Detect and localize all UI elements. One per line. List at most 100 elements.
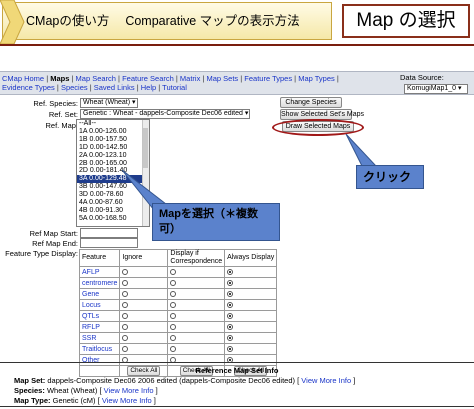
always-display-radio[interactable] <box>227 301 234 308</box>
ref-map-end-input[interactable] <box>80 238 138 248</box>
nav-matrix[interactable]: Matrix <box>180 74 200 83</box>
nav-maps[interactable]: Maps <box>50 74 69 83</box>
ignore-radio[interactable] <box>122 290 129 297</box>
info-heading: Reference Map Set Info <box>195 366 279 375</box>
display-if-correspondence-radio[interactable] <box>170 345 177 352</box>
select-callout-line-2: 可） <box>159 223 181 235</box>
nav-evidence-types[interactable]: Evidence Types <box>2 83 55 92</box>
slide-header: Map の選択 <box>342 4 470 38</box>
nav-help[interactable]: Help <box>141 83 156 92</box>
map-type-value: Genetic (cM) <box>52 396 96 405</box>
feature-name-cell: Traitlocus <box>78 343 121 355</box>
map-list-item[interactable]: 2A 0.00-123.10 <box>77 152 149 160</box>
ref-map-start-label: Ref Map Start: <box>29 229 78 238</box>
ignore-radio[interactable] <box>122 323 129 330</box>
select-callout-line-1: Mapを選択（＊複数 <box>159 208 258 220</box>
display-if-correspondence-radio[interactable] <box>170 301 177 308</box>
map-list-scroll-thumb[interactable] <box>143 128 148 168</box>
nav-saved-links[interactable]: Saved Links <box>94 83 135 92</box>
feature-type-link[interactable]: RFLP <box>82 324 100 331</box>
map-list-item[interactable]: 2B 0.00-165.00 <box>77 160 149 168</box>
map-list-item[interactable]: --All-- <box>77 120 149 128</box>
nav-feature-types[interactable]: Feature Types <box>244 74 292 83</box>
radio-cell <box>167 343 226 355</box>
ref-set-select[interactable]: Genetic : Wheat - dappels-Composite Dec0… <box>80 109 250 119</box>
species-view-more-link[interactable]: View More Info <box>104 386 154 395</box>
always-display-radio[interactable] <box>227 345 234 352</box>
radio-cell <box>119 321 169 333</box>
feature-row: Traitlocus <box>78 343 278 355</box>
feature-type-link[interactable]: centromere <box>82 280 117 287</box>
radio-cell <box>224 321 278 333</box>
click-callout: クリック <box>356 165 424 189</box>
always-display-radio[interactable] <box>227 279 234 286</box>
ignore-radio[interactable] <box>122 279 129 286</box>
ref-species-value: Wheat (Wheat) <box>83 99 131 106</box>
data-source-select[interactable]: KomugiMap1_0 ▾ <box>404 84 468 94</box>
map-list-item[interactable]: 1D 0.00-142.50 <box>77 144 149 152</box>
radio-cell <box>119 354 169 366</box>
feature-header: Feature <box>78 249 121 267</box>
feature-row: QTLs <box>78 310 278 322</box>
radio-cell <box>167 288 226 300</box>
chevron-right-icon <box>0 0 25 45</box>
display-if-correspondence-radio[interactable] <box>170 279 177 286</box>
ignore-radio[interactable] <box>122 334 129 341</box>
feature-type-link[interactable]: AFLP <box>82 269 100 276</box>
feature-row: centromere <box>78 277 278 289</box>
nav-map-types[interactable]: Map Types <box>298 74 335 83</box>
radio-cell <box>167 310 226 322</box>
ref-map-start-input[interactable] <box>80 228 138 238</box>
nav-species[interactable]: Species <box>61 83 88 92</box>
change-species-button[interactable]: Change Species <box>280 97 342 108</box>
ignore-radio[interactable] <box>122 301 129 308</box>
select-map-callout: Mapを選択（＊複数 可） <box>152 203 280 241</box>
radio-cell <box>119 343 169 355</box>
feature-type-link[interactable]: QTLs <box>82 313 99 320</box>
feature-row: Gene <box>78 288 278 300</box>
always-display-radio[interactable] <box>227 268 234 275</box>
map-set-value: dappels-Composite Dec06 2006 edited (dap… <box>47 376 296 385</box>
ignore-radio[interactable] <box>122 268 129 275</box>
ignore-radio[interactable] <box>122 312 129 319</box>
feature-type-link[interactable]: SSR <box>82 335 96 342</box>
always-display-radio[interactable] <box>227 323 234 330</box>
display-if-correspondence-radio[interactable] <box>170 290 177 297</box>
radio-cell <box>224 266 278 278</box>
feature-name-cell: centromere <box>78 277 121 289</box>
always-display-radio[interactable] <box>227 290 234 297</box>
feature-type-link[interactable]: Locus <box>82 302 101 309</box>
ref-species-select[interactable]: Wheat (Wheat) ▾ <box>80 98 138 108</box>
display-if-correspondence-radio[interactable] <box>170 268 177 275</box>
nav-feature-search[interactable]: Feature Search <box>122 74 174 83</box>
ref-map-label: Ref. Map: <box>45 121 78 130</box>
display-if-corr-header: Display if Correspondence <box>167 249 226 267</box>
ignore-radio[interactable] <box>122 345 129 352</box>
nav-map-sets[interactable]: Map Sets <box>206 74 238 83</box>
nav-map-search[interactable]: Map Search <box>76 74 116 83</box>
always-display-radio[interactable] <box>227 334 234 341</box>
species-label: Species: <box>14 386 45 395</box>
feature-type-link[interactable]: Gene <box>82 291 99 298</box>
map-list-item[interactable]: 1A 0.00-126.00 <box>77 128 149 136</box>
display-if-correspondence-radio[interactable] <box>170 312 177 319</box>
display-if-correspondence-radio[interactable] <box>170 323 177 330</box>
feature-row: Other <box>78 354 278 366</box>
map-list-item[interactable]: 1B 0.00-157.50 <box>77 136 149 144</box>
nav-cmap-home[interactable]: CMap Home <box>2 74 44 83</box>
nav-line-1: CMap Home | Maps | Map Search | Feature … <box>2 74 339 83</box>
radio-cell <box>167 332 226 344</box>
nav-tutorial[interactable]: Tutorial <box>162 83 187 92</box>
radio-cell <box>119 332 169 344</box>
feature-type-display-label: Feature Type Display: <box>5 249 78 258</box>
map-set-view-more-link[interactable]: View More Info <box>301 376 351 385</box>
feature-type-link[interactable]: Traitlocus <box>82 346 112 353</box>
always-display-header: Always Display <box>224 249 278 267</box>
map-set-label: Map Set: <box>14 376 46 385</box>
map-type-label: Map Type: <box>14 396 51 405</box>
feature-row: SSR <box>78 332 278 344</box>
display-if-correspondence-radio[interactable] <box>170 334 177 341</box>
map-list-item[interactable]: 5A 0.00-168.50 <box>77 215 149 223</box>
map-type-view-more-link[interactable]: View More Info <box>102 396 152 405</box>
always-display-radio[interactable] <box>227 312 234 319</box>
